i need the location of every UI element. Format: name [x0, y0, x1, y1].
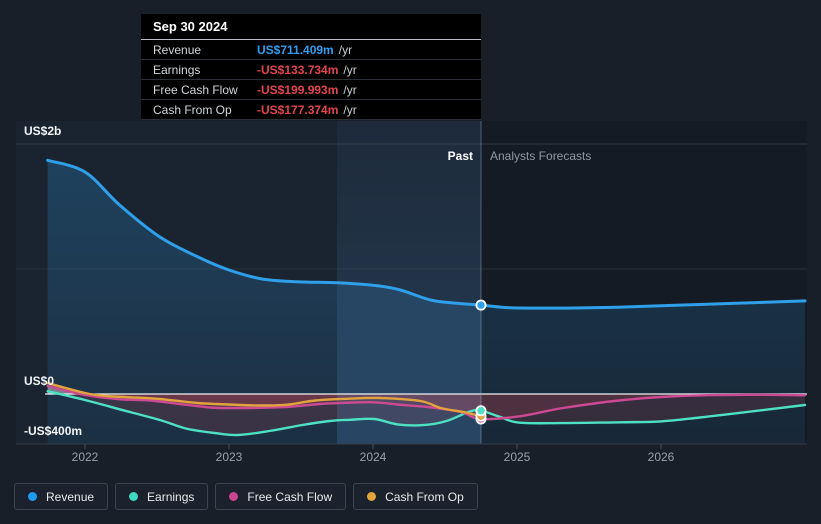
tooltip-row-free-cash-flow: Free Cash Flow -US$199.993m /yr	[141, 80, 481, 100]
tooltip-suffix: /yr	[343, 82, 357, 97]
y-axis-label-0: US$0	[24, 374, 55, 388]
tooltip-value: US$711.409m	[257, 42, 334, 57]
earnings-marker[interactable]	[475, 405, 487, 417]
tooltip-date: Sep 30 2024	[141, 14, 481, 40]
x-axis-label-2023: 2023	[215, 450, 243, 464]
tooltip-suffix: /yr	[343, 62, 357, 77]
tooltip-label: Cash From Op	[153, 102, 232, 117]
cash-from-op-dot-icon	[367, 492, 377, 501]
tooltip-value: -US$177.374m	[257, 102, 339, 117]
highlight-band	[337, 121, 481, 444]
tooltip-row-cash-from-op: Cash From Op -US$177.374m /yr	[141, 100, 481, 120]
tooltip-row-earnings: Earnings -US$133.734m /yr	[141, 60, 481, 80]
tooltip-label: Revenue	[153, 42, 202, 57]
legend-label: Free Cash Flow	[247, 489, 333, 504]
revenue-dot-icon	[28, 492, 37, 501]
forecast-section-label: Analysts Forecasts	[490, 149, 592, 163]
earnings-revenue-chart-panel: US$2b US$0 -US$400m 2022 2023 2024 2025 …	[0, 0, 821, 524]
tooltip-suffix: /yr	[338, 42, 353, 57]
legend-label: Earnings	[147, 489, 195, 504]
legend-label: Cash From Op	[385, 489, 464, 504]
legend: Revenue Earnings Free Cash Flow Cash Fro…	[14, 483, 478, 510]
hover-tooltip: Sep 30 2024 Revenue US$711.409m /yr Earn…	[141, 14, 481, 120]
tooltip-label: Free Cash Flow	[153, 82, 238, 97]
x-axis-label-2024: 2024	[359, 450, 387, 464]
tooltip-value: -US$199.993m	[257, 82, 339, 97]
revenue-marker[interactable]	[475, 299, 487, 311]
x-axis-label-2025: 2025	[503, 450, 531, 464]
tooltip-value: -US$133.734m	[257, 62, 339, 77]
past-section-label: Past	[447, 149, 473, 163]
legend-item-free-cash-flow[interactable]: Free Cash Flow	[215, 483, 347, 510]
x-axis-label-2026: 2026	[647, 450, 675, 464]
earnings-dot-icon	[129, 492, 139, 501]
tooltip-suffix: /yr	[343, 102, 357, 117]
y-axis-label-neg400m: -US$400m	[24, 424, 83, 438]
tooltip-row-revenue: Revenue US$711.409m /yr	[141, 40, 481, 60]
y-axis-label-2b: US$2b	[24, 124, 62, 138]
tooltip-label: Earnings	[153, 62, 201, 77]
free-cash-flow-dot-icon	[229, 492, 239, 501]
x-axis-label-2022: 2022	[71, 450, 99, 464]
legend-item-cash-from-op[interactable]: Cash From Op	[353, 483, 478, 510]
legend-item-revenue[interactable]: Revenue	[14, 483, 109, 510]
legend-label: Revenue	[46, 489, 95, 504]
legend-item-earnings[interactable]: Earnings	[115, 483, 209, 510]
